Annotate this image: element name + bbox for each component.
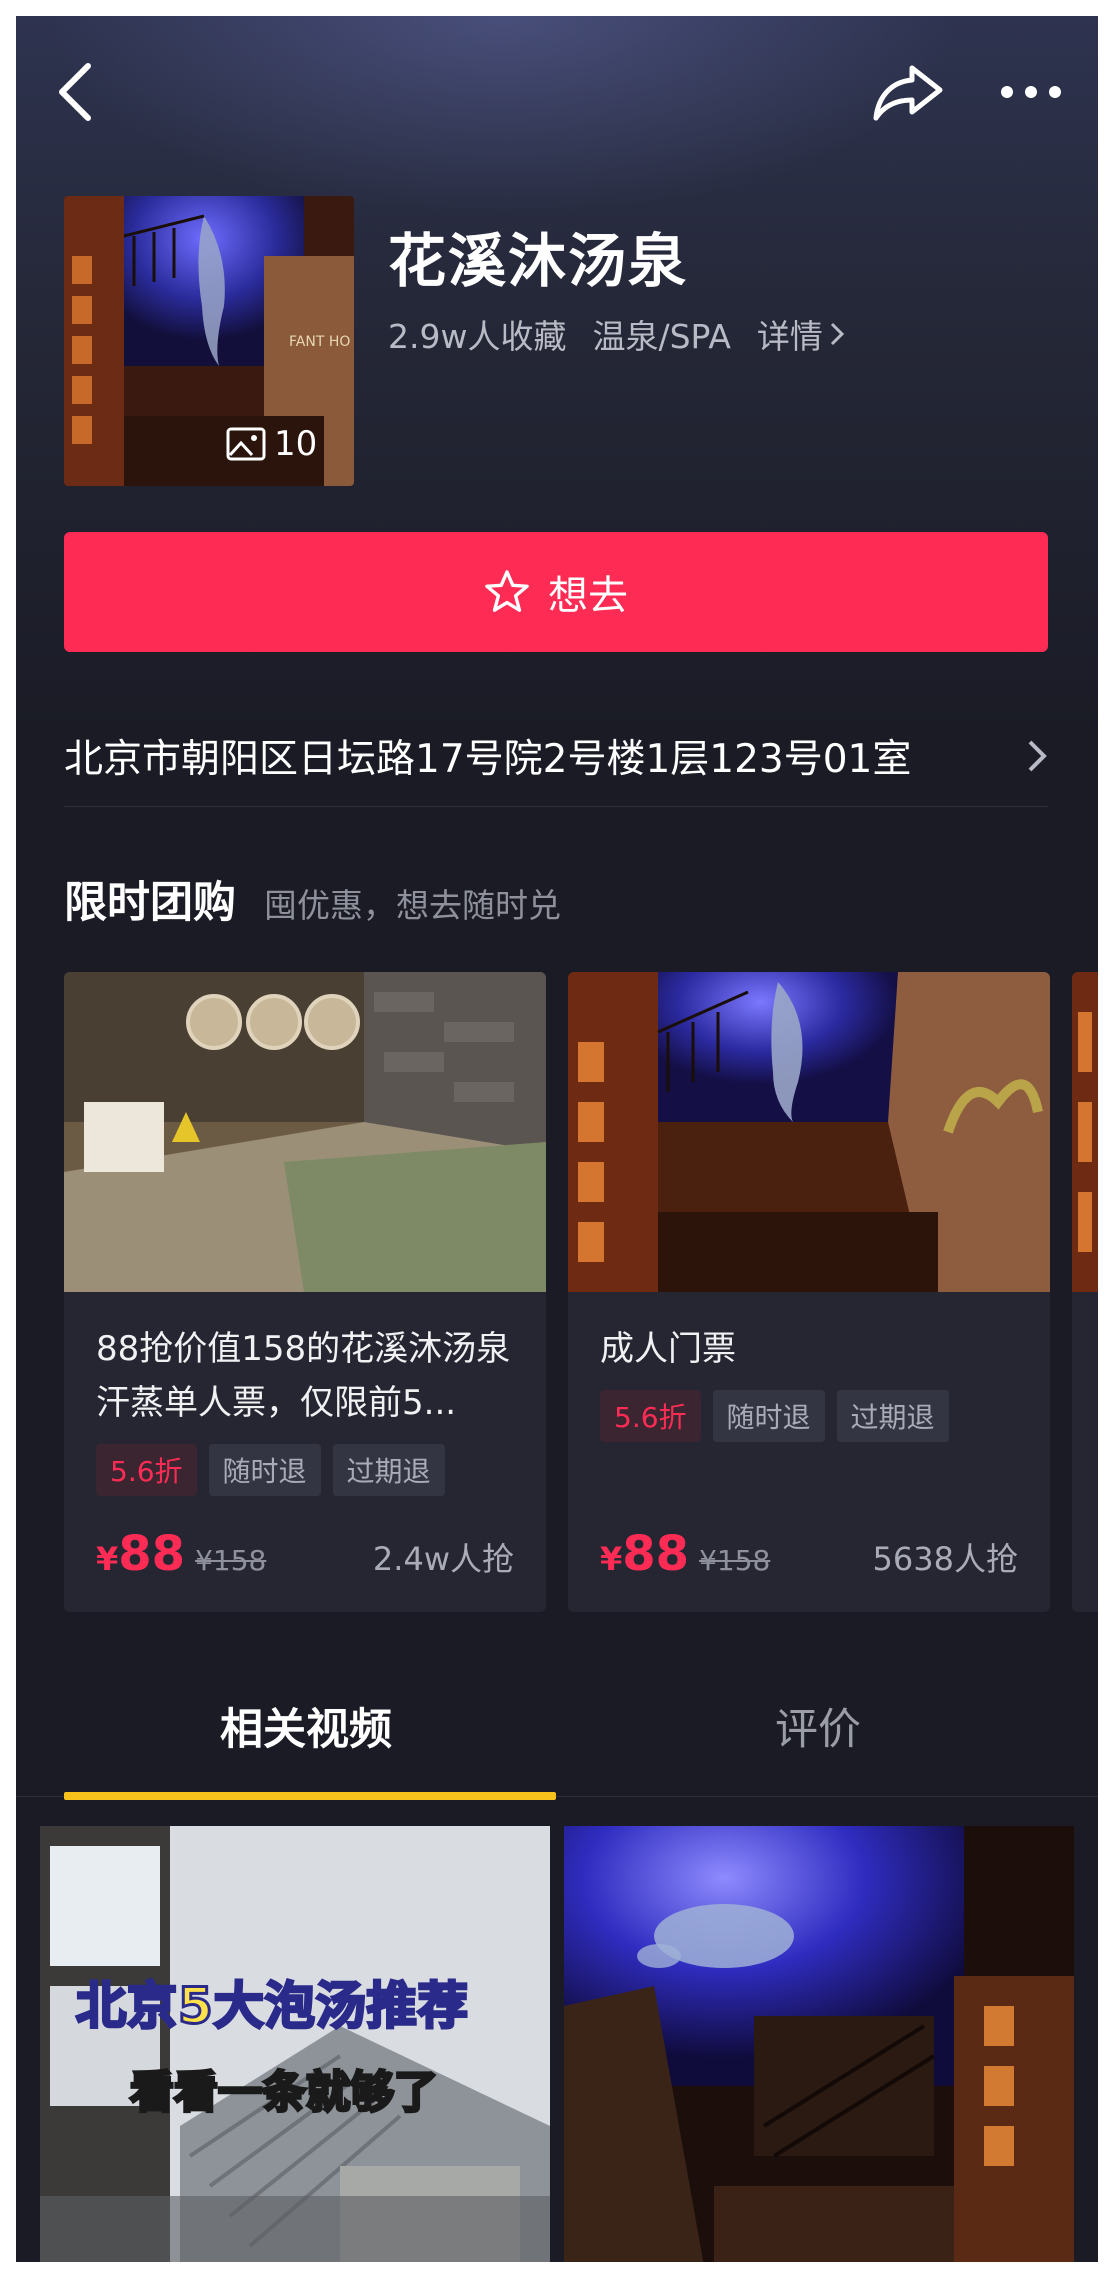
deal-price: ¥ 88 ¥158	[600, 1526, 770, 1582]
sold-count: 5638人抢	[872, 1540, 1018, 1578]
refund-anytime-tag: 随时退	[208, 1444, 321, 1496]
image-icon	[226, 427, 266, 461]
chevron-right-icon	[1028, 740, 1047, 772]
content-tabs: 相关视频 评价	[16, 1656, 1098, 1797]
deal-card[interactable]: 88抢价值158的花溪沐汤泉汗蒸单人票，仅限前5... 5.6折 随时退 过期退…	[64, 972, 546, 1612]
share-button[interactable]	[864, 52, 954, 132]
deal-price-row: ¥ 88 ¥158 2.4w人抢	[96, 1526, 514, 1582]
deal-tags: 5.6折 随时退 过期退	[600, 1390, 1018, 1442]
deal-title: 88抢价值158的花溪沐汤泉汗蒸单人票，仅限前5...	[96, 1329, 511, 1423]
thumb-sign-text: FANT HO	[289, 334, 350, 350]
sold-count: 2.4w人抢	[372, 1540, 514, 1578]
price-currency: ¥	[96, 1540, 119, 1578]
expired-refund-tag: 过期退	[836, 1390, 949, 1442]
more-dots-icon	[1001, 86, 1061, 98]
favorites-count: 2.9w人收藏	[388, 317, 567, 356]
original-price: ¥158	[195, 1544, 267, 1577]
tab-related-videos[interactable]: 相关视频	[46, 1656, 566, 1796]
price-currency: ¥	[600, 1540, 623, 1578]
group-buy-header: 限时团购 囤优惠，想去随时兑	[64, 868, 561, 930]
video-caption-main: 北京5大泡汤推荐	[75, 1976, 470, 2037]
deal-card-partial[interactable]	[1072, 972, 1098, 1612]
store-category: 温泉/SPA	[592, 317, 731, 356]
chevron-right-icon	[830, 322, 845, 346]
back-button[interactable]	[36, 52, 116, 132]
tab-reviews[interactable]: 评价	[558, 1656, 1078, 1796]
deal-body: 成人门票 5.6折 随时退 过期退	[600, 1322, 1018, 1442]
star-outline-icon	[485, 570, 529, 612]
tab-label: 相关视频	[220, 1705, 392, 1755]
photo-count: 10	[274, 424, 318, 464]
want-to-go-label: 想去	[548, 573, 628, 619]
active-tab-indicator	[64, 1792, 556, 1800]
refund-anytime-tag: 随时退	[712, 1390, 825, 1442]
tab-label: 评价	[775, 1705, 861, 1755]
deals-carousel[interactable]: 88抢价值158的花溪沐汤泉汗蒸单人票，仅限前5... 5.6折 随时退 过期退…	[64, 972, 1098, 1612]
store-meta: 2.9w人收藏 温泉/SPA 详情	[388, 310, 845, 358]
want-to-go-button[interactable]: 想去	[64, 532, 1048, 652]
deal-photo	[64, 972, 546, 1292]
details-link[interactable]: 详情	[757, 310, 845, 358]
deal-price-row: ¥ 88 ¥158 5638人抢	[600, 1526, 1018, 1582]
original-price: ¥158	[699, 1544, 771, 1577]
deal-price: ¥ 88 ¥158	[96, 1526, 266, 1582]
deal-title: 成人门票	[600, 1329, 736, 1369]
phone-screen: FANT HO 10 花溪沐汤泉 2.9w人收藏 温泉/SPA 详情 想去 北京…	[16, 16, 1098, 2262]
photo-count-badge: 10	[226, 424, 317, 464]
deal-photo	[568, 972, 1050, 1292]
video-caption-sub: 看看一条就够了	[129, 2066, 440, 2120]
group-buy-title: 限时团购	[64, 878, 236, 928]
expired-refund-tag: 过期退	[332, 1444, 445, 1496]
price-value: 88	[118, 1526, 186, 1582]
deal-body: 88抢价值158的花溪沐汤泉汗蒸单人票，仅限前5... 5.6折 随时退 过期退	[96, 1322, 514, 1496]
deal-card[interactable]: 成人门票 5.6折 随时退 过期退 ¥ 88 ¥158 5638人抢	[568, 972, 1050, 1612]
store-thumbnail[interactable]: FANT HO 10	[64, 196, 354, 486]
deal-photo	[1072, 972, 1098, 1292]
chevron-left-icon	[59, 63, 91, 121]
deal-tags: 5.6折 随时退 过期退	[96, 1444, 514, 1496]
price-value: 88	[622, 1526, 690, 1582]
address-row[interactable]: 北京市朝阳区日坛路17号院2号楼1层123号01室	[64, 706, 1048, 807]
video-cover	[40, 1826, 550, 2262]
video-thumbnail[interactable]	[564, 1826, 1074, 2262]
discount-tag: 5.6折	[600, 1390, 701, 1442]
group-buy-subtitle: 囤优惠，想去随时兑	[264, 886, 561, 925]
discount-tag: 5.6折	[96, 1444, 197, 1496]
video-thumbnail[interactable]: 北京5大泡汤推荐 看看一条就够了	[40, 1826, 550, 2262]
address-text: 北京市朝阳区日坛路17号院2号楼1层123号01室	[64, 737, 912, 782]
more-button[interactable]	[986, 52, 1076, 132]
video-cover	[564, 1826, 1074, 2262]
details-link-label: 详情	[756, 317, 823, 356]
share-arrow-icon	[873, 65, 943, 121]
store-name: 花溪沐汤泉	[388, 227, 689, 295]
